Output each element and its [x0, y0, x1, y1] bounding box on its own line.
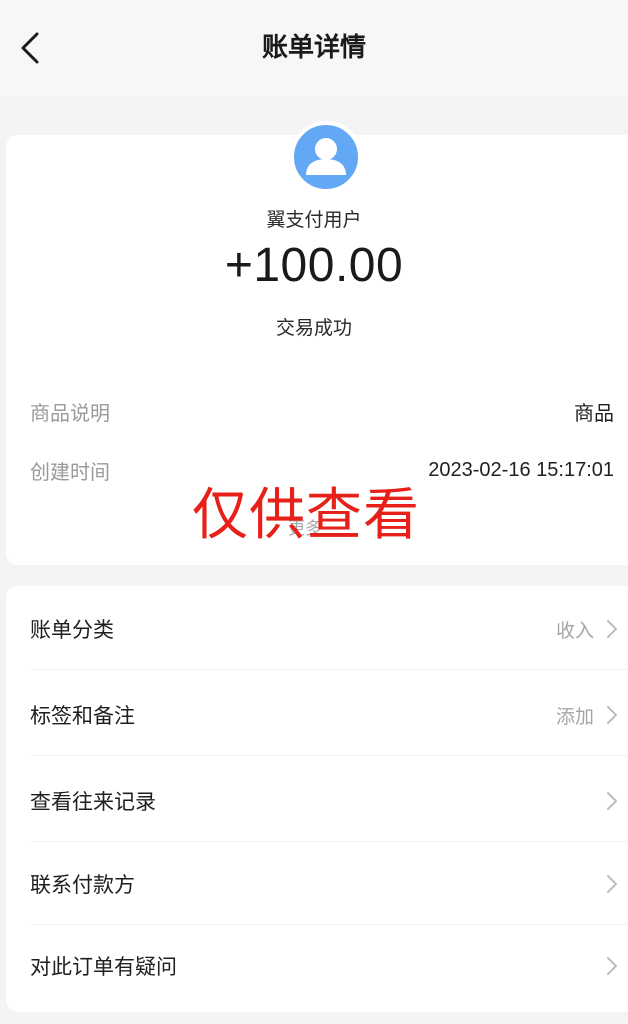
action-label: 标签和备注 — [30, 704, 135, 728]
action-contact-payer[interactable]: 联系付款方 — [30, 844, 628, 925]
top-bar: 账单详情 — [0, 0, 628, 96]
bill-actions-card: 账单分类 收入 标签和备注 添加 查看往来记录 联系付款方 对此订单有疑问 — [6, 586, 628, 1012]
detail-label: 商品说明 — [30, 400, 110, 425]
action-view-history[interactable]: 查看往来记录 — [30, 761, 628, 842]
detail-value: 商品 — [574, 402, 614, 425]
action-tags-notes[interactable]: 标签和备注 添加 — [30, 675, 628, 756]
chevron-right-icon — [606, 618, 620, 640]
action-label: 查看往来记录 — [30, 790, 156, 814]
transaction-amount: +100.00 — [224, 239, 404, 292]
action-value: 添加 — [555, 705, 594, 728]
chevron-right-icon — [606, 873, 620, 895]
chevron-right-icon — [606, 790, 620, 812]
action-label: 账单分类 — [30, 618, 114, 642]
watermark-stamp: 仅供查看 — [192, 483, 420, 548]
action-value: 收入 — [555, 619, 594, 642]
action-label: 联系付款方 — [30, 873, 135, 897]
transaction-status: 交易成功 — [275, 317, 352, 339]
detail-label: 创建时间 — [30, 459, 110, 484]
action-order-question[interactable]: 对此订单有疑问 — [30, 926, 628, 1006]
action-label: 对此订单有疑问 — [30, 955, 177, 979]
payer-name: 翼支付用户 — [266, 209, 362, 231]
chevron-right-icon — [606, 704, 620, 726]
detail-row-description: 商品说明 商品 — [30, 396, 614, 426]
action-bill-category[interactable]: 账单分类 收入 — [30, 589, 628, 670]
user-icon — [306, 138, 346, 175]
chevron-right-icon — [606, 955, 620, 977]
detail-value: 2023-02-16 15:17:01 — [428, 458, 614, 481]
page-title: 账单详情 — [261, 33, 366, 63]
payer-avatar — [290, 121, 362, 193]
